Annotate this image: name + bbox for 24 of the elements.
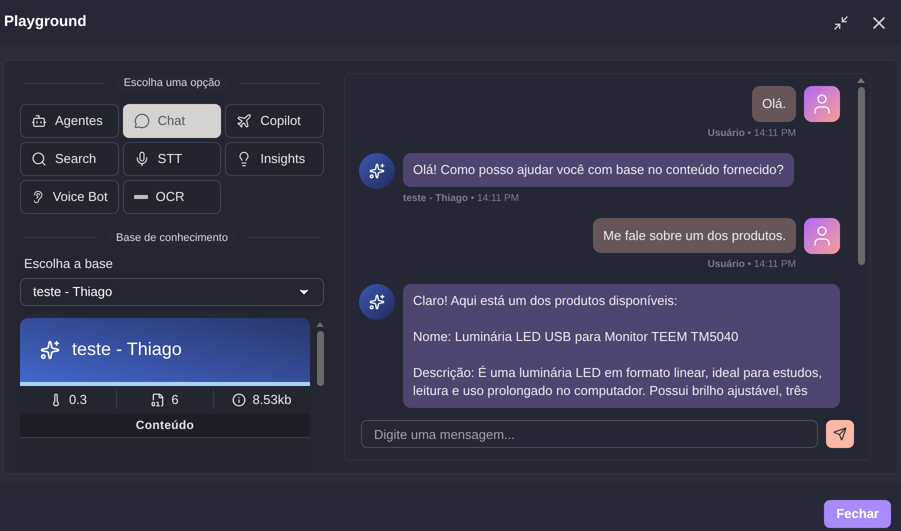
user-message-bubble: Olá.	[752, 86, 796, 122]
option-button[interactable]: Insights	[225, 142, 324, 176]
base-select[interactable]: teste - Thiago	[20, 278, 324, 306]
stat-value: 0.3	[68, 390, 88, 409]
stat-value: 8.53kb	[252, 390, 292, 409]
option-button[interactable]: STT	[122, 142, 222, 176]
message-input[interactable]: Digite uma mensagem...	[361, 420, 818, 448]
field-label: Escolha a base	[23, 255, 114, 273]
card-title: teste - Thiago	[72, 338, 182, 361]
option-button[interactable]: Voice Bot	[20, 180, 119, 214]
bot-message-bubble: Olá! Como posso ajudar você com base no conteúdo fornecido?	[403, 152, 794, 186]
section-header: Conteúdo	[20, 414, 310, 438]
option-button[interactable]: Agentes	[20, 104, 119, 138]
message-meta: Usuário • 14:11 PM	[708, 126, 796, 140]
option-button[interactable]: Search	[20, 142, 119, 176]
stat-value: 6	[171, 390, 179, 409]
option-button[interactable]: Copilot	[225, 104, 324, 138]
user-message-bubble: Me fale sobre um dos produtos.	[593, 218, 796, 253]
bot-message-bubble: Claro! Aqui está um dos produtos disponíveis: Nome: Luminária LED USB para Monitor TEEM TM5040 Descrição: É uma luminária LED em formato linear, ideal para estudos, leitura e uso prolongado no computador. Possui brilho ajustável, três	[403, 284, 840, 408]
message-meta: Usuário • 14:11 PM	[708, 258, 796, 272]
window-title: Playground	[4, 12, 87, 32]
message-meta: teste - Thiago • 14:11 PM	[403, 192, 520, 206]
option-button[interactable]: OCR	[122, 180, 222, 214]
option-button[interactable]: Chat	[122, 104, 222, 138]
